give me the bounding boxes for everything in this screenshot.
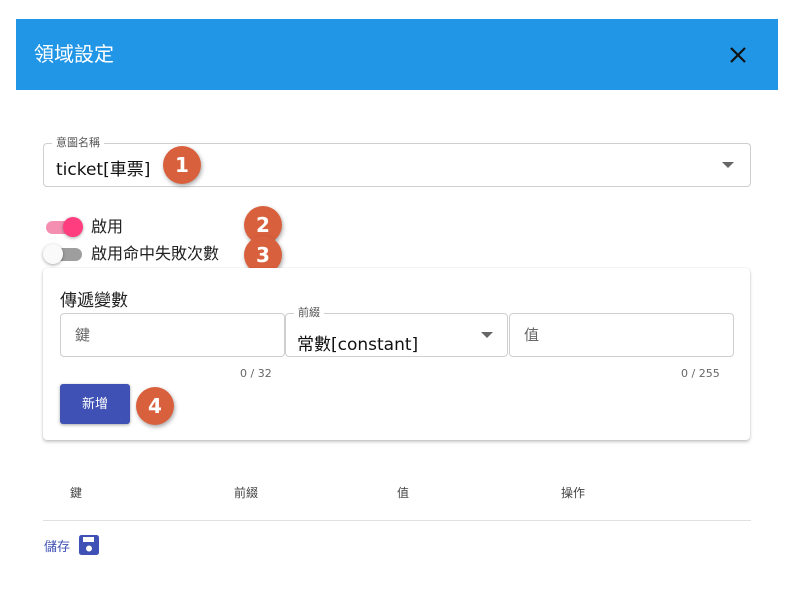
table-divider [43, 520, 751, 521]
close-icon[interactable] [726, 43, 750, 67]
column-header-prefix: 前綴 [234, 486, 259, 500]
value-input[interactable]: 值 [509, 313, 734, 357]
enable-switch[interactable] [43, 217, 83, 237]
chevron-down-icon[interactable] [481, 332, 493, 338]
column-header-actions: 操作 [561, 486, 586, 500]
switch-thumb [43, 244, 63, 264]
key-input[interactable]: 鍵 [60, 313, 285, 357]
intent-name-select[interactable]: 意圖名稱 ticket[車票] [43, 136, 751, 187]
value-placeholder: 值 [524, 326, 540, 344]
variables-card-title: 傳遞變數 [60, 291, 128, 311]
prefix-value: 常數[constant] [297, 335, 419, 355]
value-counter: 0 / 255 [681, 367, 720, 380]
save-label: 儲存 [44, 540, 71, 555]
key-counter: 0 / 32 [240, 367, 272, 380]
hit-failure-switch-label: 啟用命中失敗次數 [91, 244, 220, 263]
prefix-label: 前綴 [294, 306, 324, 320]
column-header-key: 鍵 [70, 486, 83, 500]
floppy-disk-icon[interactable] [78, 534, 100, 556]
chevron-down-icon[interactable] [722, 162, 734, 168]
key-placeholder: 鍵 [75, 326, 91, 344]
switch-thumb [63, 217, 83, 237]
intent-name-value: ticket[車票] [56, 160, 151, 180]
prefix-select[interactable]: 前綴 常數[constant] [285, 306, 508, 357]
enable-switch-label: 啟用 [91, 217, 124, 236]
add-button[interactable]: 新增 [60, 384, 130, 424]
callout-4: 4 [136, 387, 174, 425]
intent-name-label: 意圖名稱 [52, 136, 104, 150]
callout-1: 1 [163, 146, 201, 184]
dialog-header: 領域設定 [16, 19, 778, 90]
dialog-title: 領域設定 [34, 42, 114, 66]
hit-failure-switch[interactable] [43, 244, 83, 264]
column-header-value: 值 [397, 486, 410, 500]
